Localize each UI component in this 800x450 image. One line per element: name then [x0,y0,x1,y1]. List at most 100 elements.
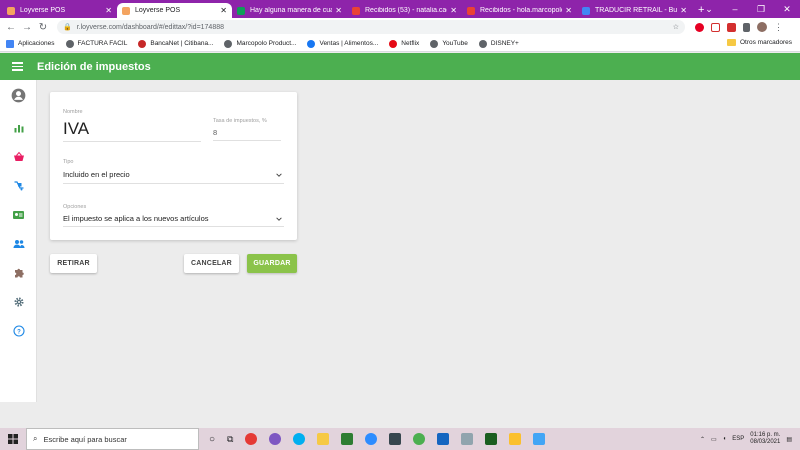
bookmark-label: BancaNet | Citibana... [150,40,214,47]
back-arrow-icon[interactable]: ← [3,22,19,33]
windows-start-icon[interactable] [0,434,26,444]
settings-gear-icon[interactable] [11,294,26,309]
app-icon[interactable] [245,433,258,445]
language-indicator[interactable]: ESP [732,436,744,442]
remove-button[interactable]: RETIRAR [50,254,97,273]
file-explorer-icon[interactable] [317,433,330,445]
close-window-icon[interactable]: ✕ [774,0,800,18]
extensions-area: ⋮ [695,22,783,33]
forward-arrow-icon[interactable]: → [19,22,35,33]
address-bar[interactable]: 🔒 r.loyverse.com/dashboard/#/edittax/?id… [57,20,685,34]
browser-tab[interactable]: Loyverse POS ✕ [117,3,232,18]
google-icon [582,6,590,15]
bookmark-item[interactable]: Ventas | Alimentos... [307,39,378,48]
skype-icon[interactable] [293,433,306,445]
app-icon[interactable] [341,433,354,445]
bookmark-item[interactable]: Netflix [389,39,419,48]
rate-input[interactable]: 8 [213,128,217,137]
app-icon[interactable] [461,433,474,445]
edit-tax-card: Nombre IVA Tasa de impuestos, % 8 Tipo I… [50,92,297,240]
url-text: r.loyverse.com/dashboard/#/edittax/?id=1… [76,23,225,31]
close-tab-icon[interactable]: ✕ [335,6,342,15]
app-icon[interactable] [533,433,546,445]
chevron-down-icon[interactable] [276,216,282,222]
chevron-down-icon[interactable] [276,172,282,178]
app-icon[interactable] [389,433,402,445]
system-tray: ⌃ ▭ ◖ ESP 01:16 p. m. 08/03/2021 ▤ [700,428,792,450]
close-tab-icon[interactable]: ✕ [220,6,227,15]
network-icon[interactable]: ▭ [711,436,717,443]
gmail-icon [467,6,475,15]
puzzle-extension-icon[interactable] [743,22,750,32]
help-icon[interactable]: ? [11,323,26,338]
close-tab-icon[interactable]: ✕ [450,6,457,15]
lock-icon: 🔒 [63,24,72,31]
expand-icon[interactable]: ⌄ [696,0,722,18]
volume-icon[interactable]: ◖ [723,436,727,442]
word-icon[interactable] [437,433,450,445]
type-label: Tipo [63,159,74,165]
cortana-icon[interactable]: ○ [209,434,215,445]
bookmark-item[interactable]: BancaNet | Citibana... [138,39,214,48]
browser-tab[interactable]: Recibidos - hola.marcopolop ✕ [462,3,577,18]
chrome-icon[interactable] [413,433,426,445]
employees-icon[interactable] [11,207,26,222]
integrations-icon[interactable] [11,265,26,280]
reload-icon[interactable]: ↻ [35,22,51,33]
close-tab-icon[interactable]: ✕ [680,6,687,15]
browser-tab[interactable]: TRADUCIR RETRAIL - Buscar✕ [577,3,692,18]
sticky-notes-icon[interactable] [509,433,522,445]
page-title: Edición de impuestos [37,60,151,73]
maximize-icon[interactable]: ❐ [748,0,774,18]
pdf-extension-icon[interactable] [727,22,736,32]
zoom-icon[interactable] [365,433,378,445]
bookmark-item[interactable]: DISNEY+ [478,39,519,48]
tab-title: Loyverse POS [135,7,181,14]
bookmark-item[interactable]: YouTube [430,39,468,48]
clock[interactable]: 01:16 p. m. 08/03/2021 [750,432,780,446]
task-view-icon[interactable]: ⧉ [227,434,233,445]
save-button[interactable]: GUARDAR [247,254,297,273]
name-input[interactable]: IVA [63,119,89,139]
bank-icon [138,39,147,48]
more-menu-icon[interactable]: ⋮ [774,22,783,33]
bookmark-item[interactable]: FACTURA FACIL [65,39,127,48]
menu-icon[interactable] [12,60,23,73]
excel-icon[interactable] [485,433,498,445]
taskbar-search[interactable]: ⌕ Escribe aquí para buscar [26,428,199,450]
cancel-button[interactable]: CANCELAR [184,254,239,273]
browser-tab[interactable]: Loyverse POS ✕ [2,3,117,18]
bookmark-label: DISNEY+ [490,40,519,47]
minimize-icon[interactable]: – [722,0,748,18]
browser-tab[interactable]: Hay alguna manera de cuad ✕ [232,3,347,18]
other-bookmarks-label: Otros marcadores [739,39,792,46]
profile-avatar[interactable] [757,22,767,32]
app-icon[interactable] [269,433,282,445]
tab-title: Recibidos (53) - natalia.caero [365,7,448,14]
account-icon[interactable] [11,88,26,103]
notifications-icon[interactable]: ▤ [786,436,792,443]
tab-title: Hay alguna manera de cuad [250,7,333,14]
pocket-extension-icon[interactable] [711,22,720,32]
bookmark-star-icon[interactable]: ☆ [673,23,679,31]
chevron-up-icon[interactable]: ⌃ [700,436,705,443]
bookmark-item[interactable]: Marcopolo Product... [224,39,296,48]
tab-list: Loyverse POS ✕ Loyverse POS ✕ Hay alguna man… [0,3,692,18]
close-tab-icon[interactable]: ✕ [565,6,572,15]
app-header: Edición de impuestos [0,53,800,80]
options-underline [63,226,284,227]
options-select[interactable]: El impuesto se aplica a los nuevos artíc… [63,214,209,223]
bookmark-item[interactable]: Aplicaciones [6,39,55,48]
inventory-icon[interactable] [11,178,26,193]
tab-title: Loyverse POS [20,7,66,14]
browser-tab[interactable]: Recibidos (53) - natalia.caero ✕ [347,3,462,18]
rate-label: Tasa de impuestos, % [213,118,267,124]
pinterest-extension-icon[interactable] [695,22,704,32]
other-bookmarks[interactable]: Otros marcadores [726,39,792,46]
globe-icon [478,39,487,48]
basket-icon[interactable] [11,149,26,164]
close-tab-icon[interactable]: ✕ [105,6,112,15]
reports-icon[interactable] [11,120,26,135]
type-select[interactable]: Incluido en el precio [63,170,130,179]
customers-icon[interactable] [11,236,26,251]
